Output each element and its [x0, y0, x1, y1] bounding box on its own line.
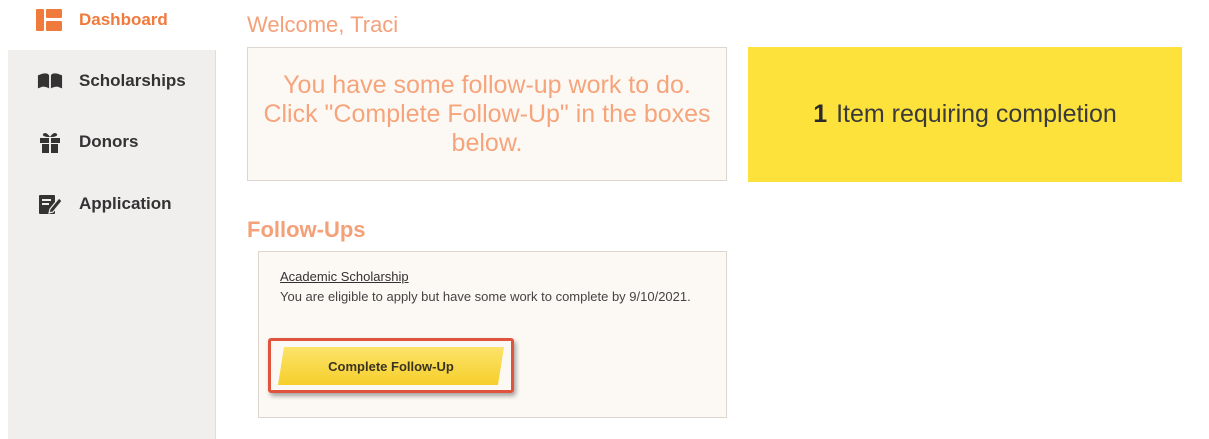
gift-icon [37, 131, 63, 153]
sidebar-item-dashboard[interactable]: Dashboard [8, 0, 216, 40]
completion-count-box: 1 Item requiring completion [748, 47, 1182, 182]
completion-label: Item requiring completion [836, 100, 1117, 128]
scholarship-link[interactable]: Academic Scholarship [280, 269, 409, 284]
followups-title: Follow-Ups [247, 217, 366, 242]
dashboard-icon [36, 9, 62, 31]
sidebar-item-application[interactable]: Application [8, 184, 216, 224]
completion-count: 1 [813, 100, 828, 128]
page-title: Welcome, Traci [247, 12, 399, 37]
notice-box: You have some follow-up work to do. Clic… [247, 47, 727, 181]
edit-icon [37, 193, 63, 215]
sidebar: Scholarships Donors Application [8, 50, 216, 439]
sidebar-item-label: Donors [79, 132, 139, 151]
followup-card: Academic Scholarship You are eligible to… [258, 251, 727, 418]
notice-text: You have some follow-up work to do. Clic… [263, 70, 711, 157]
book-icon [37, 70, 63, 92]
complete-followup-button[interactable]: Complete Follow-Up [278, 347, 504, 385]
sidebar-item-donors[interactable]: Donors [8, 122, 216, 162]
sidebar-item-label: Application [79, 194, 172, 213]
followup-description: You are eligible to apply but have some … [280, 289, 691, 304]
sidebar-item-label: Scholarships [79, 71, 186, 90]
sidebar-item-scholarships[interactable]: Scholarships [8, 61, 216, 101]
sidebar-item-label: Dashboard [79, 10, 168, 29]
sidebar-header: Dashboard [8, 0, 216, 50]
